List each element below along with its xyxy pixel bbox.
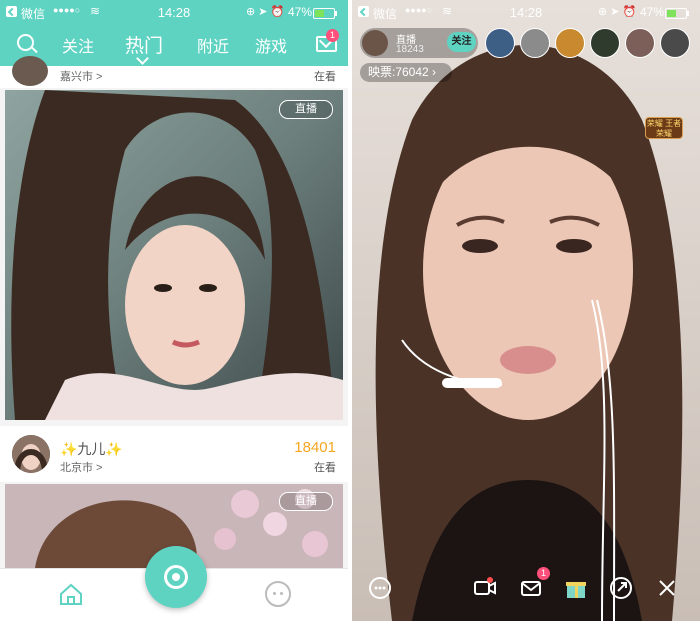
battery-percent: 47% [288, 5, 313, 19]
feed-item-header[interactable]: 嘉兴市 > 在看 [0, 56, 348, 88]
streamer-name: ✨九儿✨ [60, 441, 123, 457]
battery-icon [313, 8, 337, 19]
battery-icon [665, 8, 689, 19]
host-count: 18243 [396, 44, 424, 55]
watching-label: 在看 [314, 71, 336, 83]
stream-cover-image[interactable]: 直播 [5, 90, 343, 420]
viewer-avatar[interactable] [485, 28, 515, 58]
host-info[interactable]: 直播 18243 关注 [360, 28, 478, 58]
host-avatar[interactable] [362, 30, 388, 56]
live-tag: 直播 [279, 100, 333, 119]
message-badge: 1 [537, 567, 550, 580]
stream-cover-illustration [5, 90, 343, 420]
feed-item-header[interactable]: ✨九儿✨ 18401 北京市 > 在看 [0, 426, 348, 482]
mail-badge: 1 [326, 29, 339, 42]
location-label: 北京市 > [60, 462, 103, 474]
close-icon[interactable] [654, 575, 680, 601]
viewer-count: 18401 [294, 439, 336, 456]
gift-icon[interactable] [563, 575, 589, 601]
tab-nearby[interactable]: 附近 [197, 33, 229, 57]
live-video-feed[interactable] [352, 0, 700, 621]
home-icon[interactable] [59, 583, 83, 605]
viewer-avatar[interactable] [660, 28, 690, 58]
viewer-avatar[interactable] [625, 28, 655, 58]
viewer-avatar[interactable] [555, 28, 585, 58]
live-stream-screen: 微信 ●●●●○ ≋ 14:28 ⊕ ➤ ⏰ 47% 直播 18243 关注 映… [352, 0, 700, 621]
tab-games[interactable]: 游戏 [255, 33, 287, 57]
ticket-count: 映票:76042 [368, 65, 429, 79]
status-bar: 微信 ●●●●○ ≋ 14:28 ⊕ ➤ ⏰ 47% [0, 0, 348, 26]
event-badge[interactable]: 荣耀 王者荣耀 [645, 117, 683, 139]
status-icons: ⊕ ➤ ⏰ [598, 6, 637, 18]
avatar[interactable] [12, 56, 48, 86]
camera-dot-icon [172, 573, 180, 581]
video-camera-icon[interactable] [472, 575, 498, 601]
follow-button[interactable]: 关注 [447, 32, 476, 52]
location-label: 嘉兴市 > [60, 71, 103, 83]
share-icon[interactable] [608, 575, 634, 601]
status-icons: ⊕ ➤ ⏰ [246, 6, 285, 18]
viewer-avatar[interactable] [520, 28, 550, 58]
viewer-avatar[interactable] [590, 28, 620, 58]
chat-icon[interactable] [367, 575, 393, 601]
watching-label: 在看 [314, 462, 336, 474]
tab-following[interactable]: 关注 [62, 33, 94, 57]
profile-icon[interactable] [265, 581, 291, 607]
status-bar: 微信 ●●●●○ ≋ 14:28 ⊕ ➤ ⏰ 47% [352, 0, 700, 26]
live-tag: 直播 [279, 492, 333, 511]
home-screen: 微信 ●●●●○ ≋ 14:28 ⊕ ➤ ⏰ 47% 关注 热门 附近 游戏 1… [0, 0, 348, 621]
avatar[interactable] [12, 435, 50, 473]
go-live-button[interactable] [145, 546, 207, 608]
battery-fill [667, 10, 677, 17]
search-icon[interactable] [17, 34, 34, 51]
ticket-counter[interactable]: 映票:76042 › [360, 63, 452, 82]
battery-percent: 47% [640, 5, 665, 19]
avatar-image [12, 435, 50, 473]
battery-fill [315, 10, 325, 17]
